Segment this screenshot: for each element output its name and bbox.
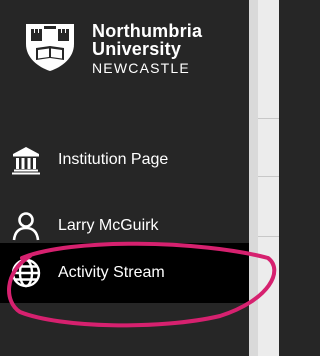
university-logo[interactable]: Northumbria University NEWCASTLE <box>22 22 202 77</box>
main-content-edge <box>249 0 279 356</box>
content-divider <box>258 118 279 119</box>
sidebar: Northumbria University NEWCASTLE Institu… <box>0 0 249 356</box>
nav-item-label: Larry McGuirk <box>58 217 159 234</box>
nav-item-institution-page[interactable]: Institution Page <box>0 132 249 188</box>
content-panel <box>258 0 279 356</box>
user-icon <box>12 212 40 241</box>
logo-subtitle: University <box>92 39 182 59</box>
institution-icon <box>12 147 40 175</box>
content-divider <box>258 176 279 177</box>
logo-title: Northumbria <box>92 21 203 41</box>
nav-item-activity-stream[interactable]: Activity Stream <box>0 243 249 303</box>
university-crest-icon <box>26 24 74 71</box>
globe-icon <box>11 258 41 288</box>
nav-item-label: Institution Page <box>58 151 169 168</box>
logo-location: NEWCASTLE <box>92 60 190 76</box>
content-divider <box>258 236 279 237</box>
nav-item-label: Activity Stream <box>58 264 165 281</box>
